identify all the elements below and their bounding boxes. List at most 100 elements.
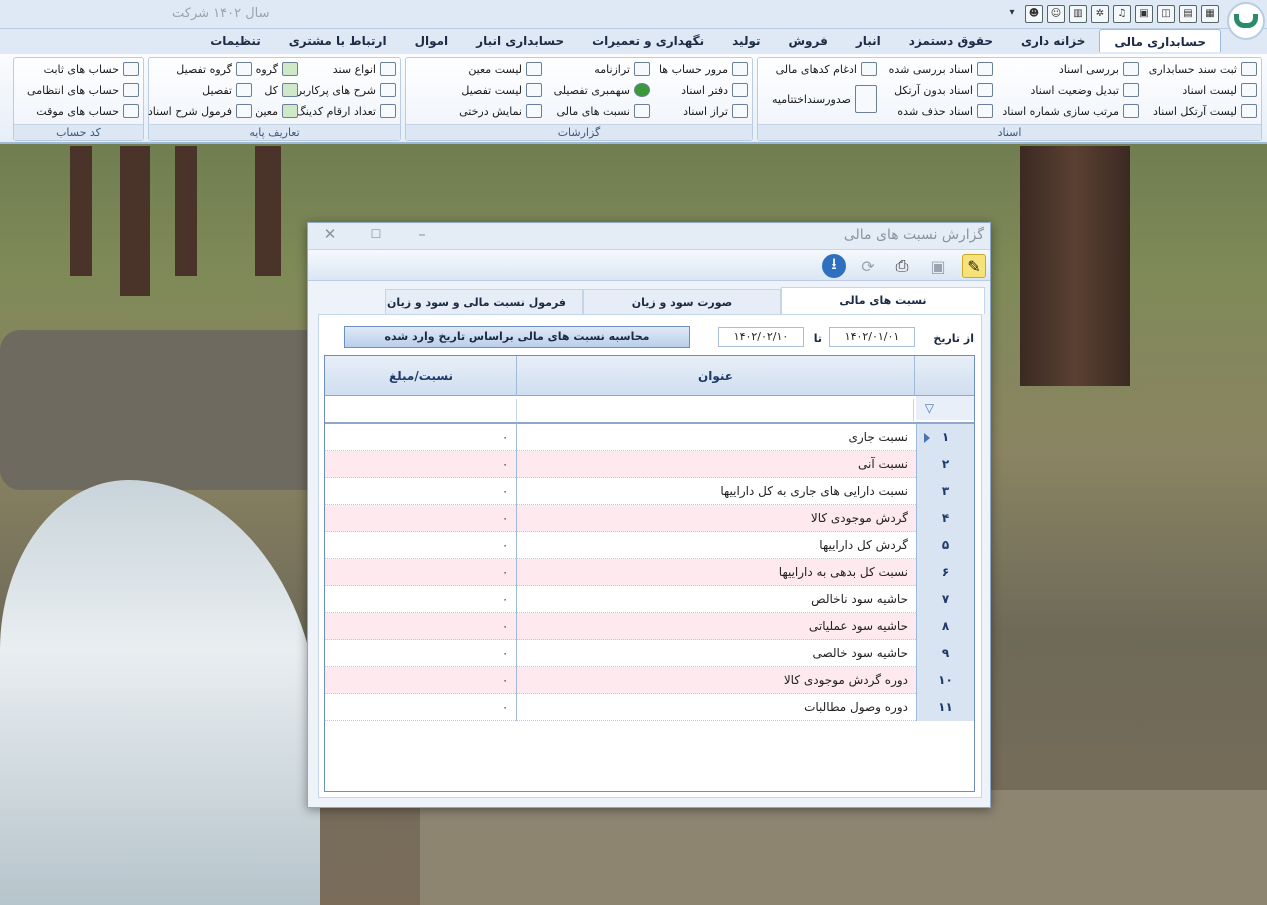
ribbon-tabs: حسابداری مالی خزانه داری حقوق دستمزد انب…: [0, 29, 1267, 54]
common-descriptions-button[interactable]: شرح های پرکاربرد: [292, 81, 396, 99]
to-date-field[interactable]: ۱۴۰۲/۰۲/۱۰: [718, 327, 804, 347]
description-formula-button[interactable]: فرمول شرح اسناد: [148, 102, 252, 120]
bg-tree-trunk: [120, 146, 150, 296]
table-row[interactable]: ۷ حاشیه سود ناخالص ۰: [325, 586, 974, 613]
column-title-header[interactable]: عنوان: [516, 356, 914, 396]
table-row[interactable]: ۱۰ دوره گردش موجودی کالا ۰: [325, 667, 974, 694]
closing-voucher-button[interactable]: صدورسنداختتامیه: [772, 81, 877, 117]
tab-maintenance[interactable]: نگهداری و تعمیرات: [578, 29, 718, 52]
general-button[interactable]: کل: [264, 81, 298, 99]
bg-waterfall: [0, 480, 320, 905]
save-icon[interactable]: ▣: [926, 254, 950, 278]
tab-warehouse[interactable]: انبار: [842, 29, 895, 52]
voucher-article-list-button[interactable]: لیست آرتکل اسناد: [1153, 102, 1257, 120]
detail-list-button[interactable]: لیست تفصیل: [461, 81, 542, 99]
review-icon: [732, 62, 748, 76]
tree-view-button[interactable]: نمایش درختی: [459, 102, 542, 120]
trial-balance-button[interactable]: تراز اسناد: [683, 102, 748, 120]
table-row[interactable]: ۹ حاشیه سود خالصی ۰: [325, 640, 974, 667]
voucher-book-button[interactable]: دفتر اسناد: [681, 81, 748, 99]
book-icon[interactable]: ◫: [1157, 5, 1175, 23]
document-icon[interactable]: ▣: [1135, 5, 1153, 23]
account-review-button[interactable]: مرور حساب ها: [659, 60, 748, 78]
notification-icon[interactable]: ♫: [1113, 5, 1131, 23]
closing-icon: [855, 85, 877, 113]
filter-icon[interactable]: ▽: [916, 396, 974, 420]
calendar-icon[interactable]: ▤: [1179, 5, 1197, 23]
status-icon: [1123, 83, 1139, 97]
tab-treasury[interactable]: خزانه داری: [1007, 29, 1099, 52]
balance-sheet-button[interactable]: ترازنامه: [594, 60, 650, 78]
sort-voucher-numbers-button[interactable]: مرتب سازی شماره اسناد: [1002, 102, 1139, 120]
table-row[interactable]: ۸ حاشیه سود عملیاتی ۰: [325, 613, 974, 640]
table-row[interactable]: ۳ نسبت دارایی های جاری به کل داراییها ۰: [325, 478, 974, 505]
subsidiary-list-button[interactable]: لیست معین: [468, 60, 542, 78]
edit-icon[interactable]: ✎: [962, 254, 986, 278]
dollar-icon: [634, 83, 650, 97]
reviewed-vouchers-button[interactable]: اسناد بررسی شده: [889, 60, 993, 78]
maximize-icon[interactable]: ☐: [364, 226, 388, 244]
merge-codes-button[interactable]: ادغام کدهای مالی: [776, 60, 877, 78]
deleted-vouchers-button[interactable]: اسناد حذف شده: [897, 102, 993, 120]
minimize-icon[interactable]: –: [410, 226, 434, 244]
value-filter-input[interactable]: [325, 399, 517, 421]
tab-sales[interactable]: فروش: [775, 29, 842, 52]
table-row[interactable]: ۲ نسبت آنی ۰: [325, 451, 974, 478]
voucher-list-button[interactable]: لیست اسناد: [1182, 81, 1257, 99]
users-icon[interactable]: ☺: [1047, 5, 1065, 23]
grid-icon: [282, 62, 298, 76]
download-icon[interactable]: ⭳: [822, 254, 846, 278]
row-number-header: [914, 356, 974, 396]
tab-ratio-formula[interactable]: فرمول نسبت مالی و سود و زیان: [385, 289, 583, 314]
detail-button[interactable]: تفصیل: [202, 81, 252, 99]
table-row[interactable]: ۴ گردش موجودی کالا ۰: [325, 505, 974, 532]
print-icon[interactable]: ⎙: [890, 254, 914, 278]
coding-digits-button[interactable]: تعداد ارقام کدینگ: [296, 102, 396, 120]
tab-financial-ratios[interactable]: نسبت های مالی: [781, 287, 985, 314]
close-icon[interactable]: ✕: [318, 226, 342, 244]
table-row[interactable]: ۱۱ دوره وصول مطالبات ۰: [325, 694, 974, 721]
user-settings-icon[interactable]: ☻: [1025, 5, 1043, 23]
new-voucher-button[interactable]: ثبت سند حسابداری: [1149, 60, 1257, 78]
detail-group-button[interactable]: گروه تفصیل: [176, 60, 252, 78]
table-row[interactable]: ۶ نسبت کل بدهی به داراییها ۰: [325, 559, 974, 586]
tab-crm[interactable]: ارتباط با مشتری: [275, 29, 401, 52]
subsidiary-button[interactable]: معین: [255, 102, 298, 120]
delete-icon: [977, 104, 993, 118]
group-button[interactable]: گروه: [256, 60, 298, 78]
app-logo[interactable]: [1227, 2, 1265, 40]
disciplinary-accounts-button[interactable]: حساب های انتظامی: [27, 81, 139, 99]
calculate-ratios-button[interactable]: محاسبه نسبت های مالی براساس تاریخ وارد ش…: [344, 326, 690, 348]
column-value-header[interactable]: نسبت/مبلغ: [325, 356, 517, 396]
chevron-down-icon[interactable]: ▾: [1003, 5, 1021, 23]
vouchers-without-article-button[interactable]: اسناد بدون آرتکل: [894, 81, 993, 99]
detail-share-button[interactable]: سهمبری تفصیلی: [554, 81, 650, 99]
review-vouchers-button[interactable]: بررسی اسناد: [1059, 60, 1139, 78]
from-date-label: از تاریخ: [933, 332, 974, 345]
bug-icon[interactable]: ✲: [1091, 5, 1109, 23]
tab-payroll[interactable]: حقوق دستمزد: [895, 29, 1007, 52]
calculator-icon[interactable]: ▦: [1201, 5, 1219, 23]
tab-production[interactable]: تولید: [718, 29, 774, 52]
keyboard-icon[interactable]: ▥: [1069, 5, 1087, 23]
temporary-accounts-button[interactable]: حساب های موقت: [36, 102, 139, 120]
ratios-grid: عنوان نسبت/مبلغ ▽ ۱ نسبت جاری ۰ ۲ نسبت آنی ۰…: [324, 355, 975, 792]
tree-icon: [526, 104, 542, 118]
tab-income-statement[interactable]: صورت سود و زیان: [583, 289, 781, 314]
pencil-icon: [380, 104, 396, 118]
tab-assets[interactable]: اموال: [401, 29, 463, 52]
book-icon: [977, 83, 993, 97]
fixed-accounts-button[interactable]: حساب های ثابت: [44, 60, 139, 78]
table-row[interactable]: ۵ گردش کل داراییها ۰: [325, 532, 974, 559]
voucher-types-button[interactable]: انواع سند: [333, 60, 396, 78]
change-voucher-status-button[interactable]: تبدیل وضعیت اسناد: [1031, 81, 1139, 99]
financial-ratios-button[interactable]: نسبت های مالی: [556, 102, 650, 120]
tab-financial-accounting[interactable]: حسابداری مالی: [1099, 29, 1221, 52]
window-icon: [123, 62, 139, 76]
from-date-field[interactable]: ۱۴۰۲/۰۱/۰۱: [829, 327, 915, 347]
title-filter-input[interactable]: [518, 399, 914, 421]
tab-settings[interactable]: تنظیمات: [196, 29, 275, 52]
tab-warehouse-accounting[interactable]: حسابداری انبار: [462, 29, 578, 52]
refresh-icon[interactable]: ⟳: [856, 254, 880, 278]
table-row[interactable]: ۱ نسبت جاری ۰: [325, 424, 974, 451]
